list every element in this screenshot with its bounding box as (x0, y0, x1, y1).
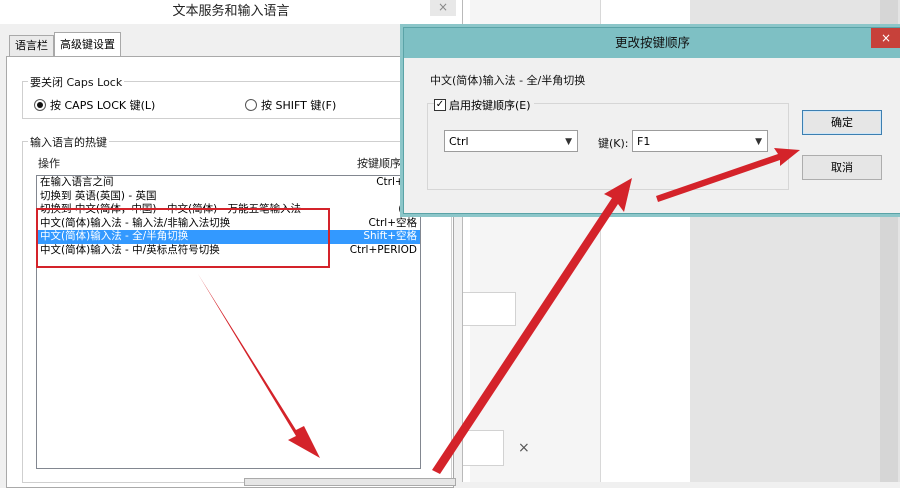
list-item-action: 在输入语言之间 (40, 176, 114, 188)
list-item[interactable]: 在输入语言之间 Ctrl+Sh (37, 176, 420, 190)
background-close-icon[interactable]: × (518, 440, 530, 456)
chevron-down-icon: ▼ (755, 137, 762, 147)
key-select-value: F1 (637, 135, 651, 148)
cancel-button[interactable]: 取消 (802, 155, 882, 180)
background-input-2[interactable] (462, 430, 504, 466)
close-icon[interactable]: × (871, 28, 900, 48)
chevron-down-icon: ▼ (565, 137, 572, 147)
change-key-sequence-dialog: 更改按键顺序 × 中文(简体)输入法 - 全/半角切换 ✓ 启用按键顺序(E) … (403, 27, 900, 214)
change-key-sequence-button[interactable] (244, 478, 456, 486)
radio-label: 按 CAPS LOCK 键(L) (50, 99, 156, 112)
checkbox-checked-icon[interactable]: ✓ (434, 99, 446, 111)
key-label: 键(K): (598, 137, 629, 150)
modifier-select[interactable]: Ctrl ▼ (444, 130, 578, 152)
caps-lock-option-shift[interactable]: 按 SHIFT 键(F) (245, 97, 336, 113)
radio-selected-icon[interactable] (34, 99, 46, 111)
caps-lock-group-label: 要关闭 Caps Lock (28, 74, 125, 90)
enable-key-sequence-checkbox[interactable]: ✓ 启用按键顺序(E) (434, 97, 534, 113)
radio-icon[interactable] (245, 99, 257, 111)
list-item-hotkey: Ctrl+空格 (368, 216, 417, 229)
ok-button[interactable]: 确定 (802, 110, 882, 135)
annotation-highlight-box (36, 208, 330, 268)
list-item-action: 切换到 英语(英国) - 英国 (40, 189, 157, 202)
column-header-hotkey: 按键顺序 (357, 157, 401, 170)
checkbox-label: 启用按键顺序(E) (449, 99, 531, 112)
close-icon[interactable]: × (430, 0, 456, 16)
key-select[interactable]: F1 ▼ (632, 130, 768, 152)
column-header-action: 操作 (38, 157, 60, 170)
background-input[interactable] (462, 292, 516, 326)
hotkey-group-label: 输入语言的热键 (28, 134, 109, 150)
tab-language-bar[interactable]: 语言栏 (9, 35, 54, 56)
list-item-hotkey: Shift+空格 (363, 230, 417, 242)
modifier-select-value: Ctrl (449, 135, 469, 148)
tab-advanced-key-settings[interactable]: 高级键设置 (54, 32, 121, 57)
dialog-title: 文本服务和输入语言 (0, 0, 462, 24)
list-item-hotkey: Ctrl+PERIOD (349, 243, 417, 256)
text-services-dialog: 文本服务和输入语言 × 语言栏 高级键设置 要关闭 Caps Lock 按 CA… (0, 0, 463, 488)
dialog-title: 更改按键顺序 (404, 28, 900, 58)
radio-label: 按 SHIFT 键(F) (261, 99, 337, 112)
caps-lock-option-capslock[interactable]: 按 CAPS LOCK 键(L) (34, 97, 155, 113)
list-item[interactable]: 切换到 英语(英国) - 英国 ( (37, 190, 420, 204)
action-label: 中文(简体)输入法 - 全/半角切换 (430, 74, 586, 87)
